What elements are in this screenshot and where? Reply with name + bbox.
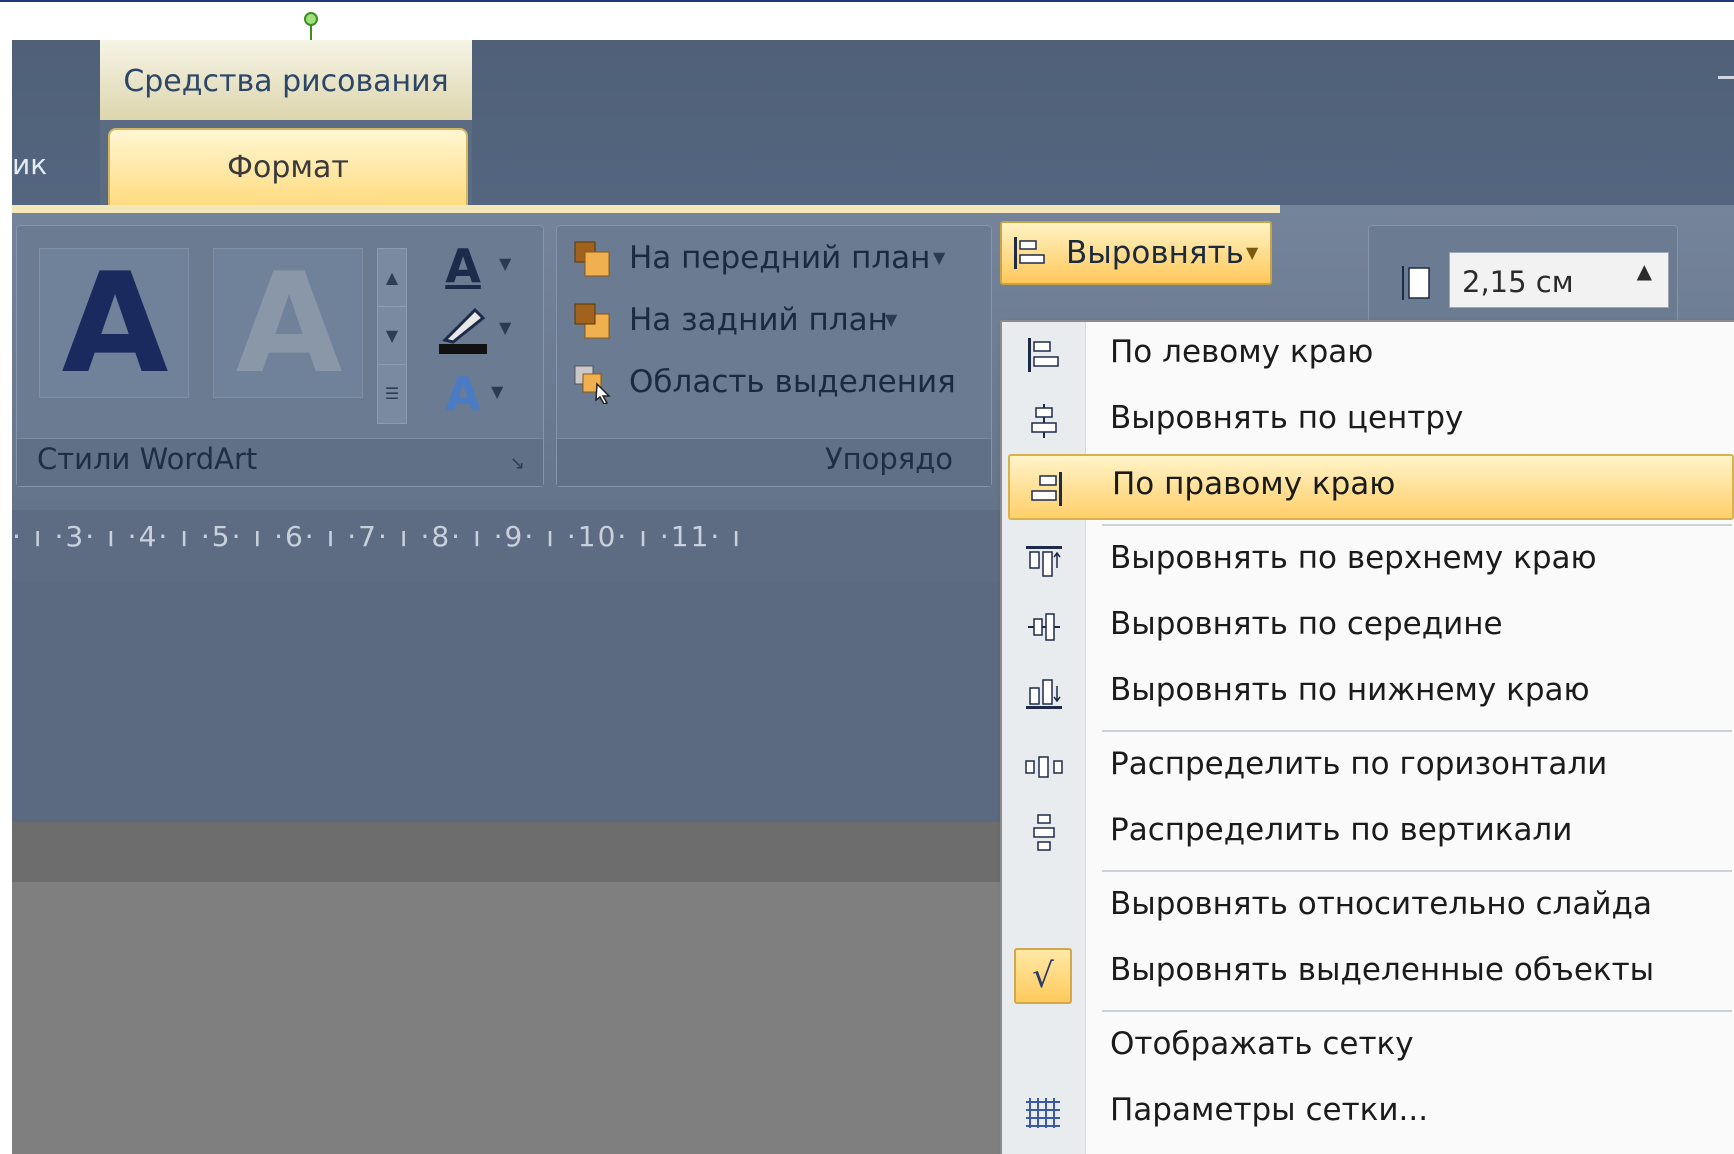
chevron-down-icon: ▼	[933, 248, 946, 267]
align-left-icon	[1028, 338, 1059, 372]
menu-item-align-top[interactable]: Выровнять по верхнему краю	[1002, 528, 1734, 594]
menu-item-distribute-vertical[interactable]: Распределить по вертикали	[1002, 800, 1734, 866]
align-top-icon	[1026, 546, 1062, 577]
wordart-style-tile-2[interactable]: A	[213, 243, 363, 404]
align-button[interactable]: Выровнять ▼	[1000, 221, 1272, 285]
selection-pane-button[interactable]: Область выделения	[573, 354, 973, 414]
wordart-group-footer: Стили WordArt ↘	[17, 438, 543, 486]
send-backward-label: На задний план	[629, 302, 888, 338]
bring-forward-label: На передний план	[629, 240, 931, 276]
wordart-group-label: Стили WordArt	[37, 442, 258, 476]
shape-height-icon	[1402, 266, 1430, 300]
arrange-group: На передний план ▼ На задний план ▼ Обла…	[556, 225, 992, 487]
menu-item-show-grid[interactable]: Отображать сетку	[1002, 1014, 1734, 1080]
checkmark-icon: √	[1014, 948, 1072, 1004]
chevron-down-icon: ▼	[491, 382, 504, 401]
gallery-scroll-up-icon[interactable]: ▲	[378, 249, 406, 307]
shape-height-value: 2,15 см	[1462, 265, 1574, 299]
menu-item-label: По левому краю	[1110, 334, 1374, 370]
arrange-group-label: Упорядо	[825, 442, 954, 476]
menu-item-label: Параметры сетки...	[1110, 1092, 1429, 1128]
rotation-handle-stem	[310, 26, 312, 40]
menu-item-align-left[interactable]: По левому краю	[1002, 322, 1734, 388]
menu-item-label: Выровнять по верхнему краю	[1110, 540, 1597, 576]
chevron-down-icon: ▼	[1246, 243, 1259, 262]
wordart-style-sample: A	[235, 243, 343, 404]
text-outline-button[interactable]: ▼	[429, 300, 529, 358]
menu-item-label: Отображать сетку	[1110, 1026, 1414, 1062]
text-effects-icon: A	[445, 367, 481, 421]
menu-item-label: Распределить по вертикали	[1110, 812, 1573, 848]
menu-separator	[1102, 730, 1732, 732]
menu-item-label: Выровнять относительно слайда	[1110, 886, 1652, 922]
menu-item-label: Выровнять по нижнему краю	[1110, 672, 1590, 708]
spin-up-icon[interactable]: ▲	[1637, 259, 1652, 283]
text-fill-button[interactable]: A ▼	[429, 236, 529, 294]
bring-forward-icon	[574, 241, 610, 277]
align-button-label: Выровнять	[1066, 235, 1244, 271]
align-dropdown-menu: По левому краю Выровнять по центру По пр…	[1000, 320, 1734, 1154]
selection-pane-label: Область выделения	[629, 364, 956, 400]
menu-item-align-selected[interactable]: √ Выровнять выделенные объекты	[1002, 940, 1734, 1006]
word-screenshot: Средства рисования ик Формат A A ▲ ▼ ☰ A…	[12, 40, 1734, 1154]
ruler-marks: · ı ·3· ı ·4· ı ·5· ı ·6· ı ·7· ı ·8· ı …	[12, 520, 742, 553]
send-backward-button[interactable]: На задний план ▼	[573, 292, 973, 352]
rotation-handle[interactable]	[304, 12, 318, 26]
menu-item-label: Выровнять по центру	[1110, 400, 1464, 436]
bring-forward-button[interactable]: На передний план ▼	[573, 230, 973, 290]
gallery-more-icon[interactable]: ☰	[378, 365, 406, 423]
tab-format[interactable]: Формат	[108, 128, 468, 213]
align-right-icon	[1031, 472, 1062, 506]
gallery-scroll-down-icon[interactable]: ▼	[378, 307, 406, 365]
ribbon-active-tab-line	[12, 205, 1280, 213]
tab-format-label: Формат	[227, 150, 349, 185]
gallery-scroll-bar: ▲ ▼ ☰	[377, 248, 407, 424]
chevron-down-icon: ▼	[885, 310, 898, 329]
text-effects-button[interactable]: A ▼	[429, 364, 529, 422]
wordart-style-sample: A	[61, 243, 169, 404]
menu-separator	[1102, 524, 1732, 526]
menu-item-grid-settings[interactable]: Параметры сетки...	[1002, 1080, 1734, 1146]
wordart-style-tile-1[interactable]: A	[39, 243, 189, 404]
menu-item-align-to-slide[interactable]: Выровнять относительно слайда	[1002, 874, 1734, 940]
distribute-horizontal-icon	[1025, 756, 1063, 778]
chevron-down-icon: ▼	[499, 254, 512, 273]
send-backward-icon	[574, 303, 610, 339]
contextual-tab-header: Средства рисования	[100, 40, 472, 120]
menu-separator	[1102, 1010, 1732, 1012]
chevron-down-icon: ▼	[499, 318, 512, 337]
dialog-launcher-icon[interactable]: ↘	[510, 453, 525, 474]
wordart-styles-group: A A ▲ ▼ ☰ A ▼ ▼ A ▼ Стили WordArt ↘	[16, 225, 544, 487]
minimize-glyph[interactable]	[1718, 76, 1734, 79]
align-center-icon	[1031, 404, 1057, 438]
align-left-icon	[1014, 237, 1045, 269]
menu-item-align-center[interactable]: Выровнять по центру	[1002, 388, 1734, 454]
menu-item-align-bottom[interactable]: Выровнять по нижнему краю	[1002, 660, 1734, 726]
selection-pane-icon	[574, 365, 611, 404]
align-middle-icon	[1028, 613, 1060, 641]
text-fill-icon: A	[445, 239, 481, 293]
shape-height-field[interactable]: 2,15 см ▲	[1449, 252, 1669, 308]
tab-partial-left[interactable]: ик	[12, 148, 102, 181]
distribute-vertical-icon	[1033, 814, 1055, 851]
menu-item-label: Выровнять выделенные объекты	[1110, 952, 1655, 988]
grid-icon	[1026, 1098, 1060, 1128]
text-outline-pen-icon	[439, 307, 487, 354]
menu-item-label: Выровнять по середине	[1110, 606, 1503, 642]
menu-item-align-middle[interactable]: Выровнять по середине	[1002, 594, 1734, 660]
menu-separator	[1102, 870, 1732, 872]
contextual-tab-header-label: Средства рисования	[123, 64, 449, 99]
menu-item-align-right[interactable]: По правому краю	[1008, 454, 1734, 520]
menu-item-label: Распределить по горизонтали	[1110, 746, 1608, 782]
slide-top-strip	[0, 0, 1734, 40]
menu-item-label: По правому краю	[1112, 466, 1396, 502]
menu-item-distribute-horizontal[interactable]: Распределить по горизонтали	[1002, 734, 1734, 800]
arrange-group-footer: Упорядо	[557, 438, 991, 486]
align-bottom-icon	[1026, 679, 1062, 709]
